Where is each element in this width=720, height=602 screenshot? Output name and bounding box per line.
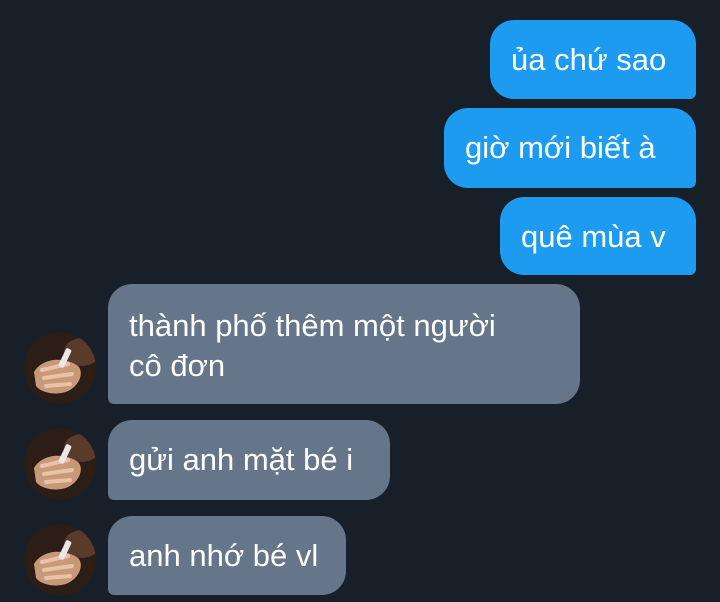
avatar-hand-photo-icon [24, 428, 96, 500]
outgoing-message[interactable]: giờ mới biết à [444, 108, 696, 188]
message-text: ủa chứ sao [511, 42, 667, 77]
message-text-line: cô đơn [129, 348, 226, 383]
outgoing-message[interactable]: ủa chứ sao [490, 20, 696, 99]
chat-thread: ủa chứ sao giờ mới biết à quê mùa v thàn… [0, 0, 720, 602]
incoming-message[interactable]: thành phố thêm một người cô đơn [108, 284, 580, 404]
message-text: anh nhớ bé vl [129, 538, 319, 573]
message-text-line: thành phố thêm một người [129, 308, 496, 343]
sender-avatar[interactable] [24, 524, 96, 596]
sender-avatar[interactable] [24, 428, 96, 500]
message-text: giờ mới biết à [465, 130, 656, 165]
outgoing-message[interactable]: quê mùa v [500, 197, 696, 275]
incoming-message[interactable]: gửi anh mặt bé i [108, 420, 390, 500]
avatar-hand-photo-icon [24, 524, 96, 596]
message-text: quê mùa v [521, 219, 666, 254]
incoming-message[interactable]: anh nhớ bé vl [108, 516, 346, 595]
avatar-hand-photo-icon [24, 332, 96, 404]
sender-avatar[interactable] [24, 332, 96, 404]
message-text: gửi anh mặt bé i [129, 442, 354, 477]
